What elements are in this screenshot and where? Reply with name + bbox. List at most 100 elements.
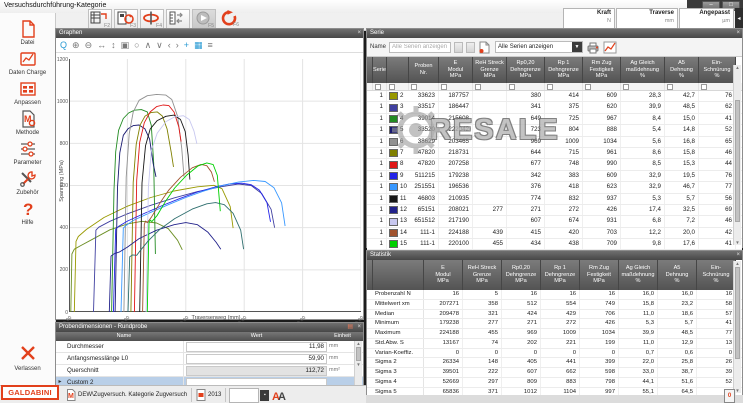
column-header[interactable]: ReH Streck Grenze MPa — [463, 260, 502, 290]
clear-filter-button[interactable] — [466, 41, 476, 53]
sidebar-item-hilfe[interactable]: ? Hilfe — [0, 199, 55, 226]
table-row[interactable]: 1 9 511215 179238 342 383 609 32,9 19,5 76 — [367, 170, 742, 183]
stats-row[interactable]: Sigma 3 39501 222 607 662 598 33,0 38,7 39 — [367, 368, 742, 378]
sidebar-item-datei[interactable]: Datei — [0, 19, 55, 46]
extensometer-button[interactable]: F4 — [140, 9, 164, 30]
table-row[interactable]: 1 14 111-1 224188 439 415 420 703 12,2 20,0 42 — [367, 227, 742, 240]
column-header[interactable] — [373, 260, 424, 290]
filter-box-icon[interactable] — [411, 84, 417, 90]
stats-scrollbar[interactable]: ▲ ▼ — [733, 261, 741, 393]
stats-row[interactable]: Probenzahl N 16 5 16 16 16 16,0 16,0 16 — [367, 290, 742, 300]
dimension-value-input[interactable]: 59,90 — [186, 354, 327, 364]
table-row[interactable]: 1 11 46803 210935 774 832 937 5,3 5,7 56 — [367, 193, 742, 205]
table-row[interactable]: 1 3 33517 186447 341 375 620 39,9 48,5 62 — [367, 102, 742, 114]
column-header[interactable]: Serie — [373, 57, 387, 83]
close-icon[interactable]: × — [736, 29, 740, 38]
stats-row[interactable]: Sigma 2 26334 148 405 441 399 22,0 25,8 26 — [367, 358, 742, 368]
series-filter-dropdown[interactable]: Alle Serien anzeigen ▼ — [495, 41, 584, 53]
column-header[interactable]: Rp0,20 Dehngrenze MPa — [502, 260, 541, 290]
dimension-row[interactable]: Querschnitt 112,72 mm² — [56, 365, 363, 377]
collapse-panel-button[interactable]: ◂ — [735, 8, 743, 30]
stats-row[interactable]: Median 209478 321 424 429 706 11,0 18,6 57 — [367, 309, 742, 320]
start-test-button[interactable]: F5 — [192, 9, 216, 30]
dimension-row[interactable]: Anfangsmesslänge L0 59,90 mm — [56, 353, 363, 365]
table-row[interactable]: 1 4 39014 215608 649 725 967 8,4 15,0 41 — [367, 113, 742, 126]
column-header[interactable]: A5 Dehnung % — [665, 57, 699, 83]
fit-height-icon[interactable]: ↕ — [111, 39, 116, 51]
stats-row[interactable]: Sigma 4 52669 297 809 883 798 44,1 51,6 52 — [367, 377, 742, 388]
column-header[interactable]: Proben Nr. — [409, 57, 439, 83]
column-header[interactable]: Rm Zug Festigkeit MPa — [583, 57, 621, 83]
filter-box-icon[interactable] — [509, 84, 515, 90]
project-tab[interactable]: M DEW\Zugversuch. Kategorie Zugversuch — [62, 388, 193, 402]
curve-list-icon[interactable]: ≡ — [208, 39, 213, 51]
column-header[interactable] — [387, 57, 409, 83]
ruler-button[interactable] — [166, 9, 190, 30]
filter-box-icon[interactable] — [375, 84, 381, 90]
machine-setup-button[interactable]: F2 — [88, 9, 112, 30]
chart-report-icon[interactable] — [603, 41, 617, 54]
select-region-icon[interactable]: ○ — [134, 39, 139, 51]
report-icon[interactable]: ▤ — [347, 323, 353, 332]
sidebar-item-daten-charge[interactable]: Daten Charge — [0, 49, 55, 76]
table-row[interactable]: 1 6 38629 203465 969 1009 1034 5,6 16,8 65 — [367, 136, 742, 148]
refresh-button[interactable]: F6 — [218, 9, 240, 28]
sidebar-item-methode[interactable]: M Methode — [0, 109, 55, 136]
chart-area[interactable]: Spannung (MPa) Traversenweg (mm) 0 200 400… — [56, 53, 365, 329]
fit-width-icon[interactable]: ↔ — [97, 39, 106, 51]
fit-all-icon[interactable]: ▣ — [121, 39, 130, 51]
table-row[interactable]: 1 10 251551 196536 376 418 623 32,9 46,7 77 — [367, 182, 742, 194]
filter-box-icon[interactable] — [389, 84, 395, 90]
table-row[interactable]: 1 8 47820 207258 677 748 990 8,5 15,3 44 — [367, 159, 742, 171]
crosshair-icon[interactable]: + — [184, 39, 189, 51]
series-name-input[interactable] — [389, 41, 452, 53]
pan-right-icon[interactable]: › — [176, 39, 179, 51]
column-header[interactable]: Ag Gleich maßdehnung % — [621, 57, 665, 83]
zoom-out-icon[interactable]: ⊖ — [85, 39, 93, 51]
column-header[interactable]: Ein- Schnürung % — [697, 260, 736, 290]
dims-scrollbar[interactable]: ▲ ▼ — [354, 341, 362, 385]
table-row[interactable]: 1 13 651512 217190 607 674 931 6,8 7,2 46 — [367, 216, 742, 228]
stats-row[interactable]: Minimum 179238 277 271 272 426 5,3 5,7 41 — [367, 319, 742, 329]
close-icon[interactable]: × — [357, 29, 361, 38]
table-row[interactable]: 1 12 65151 208021 277 271 272 426 17,4 32,5 69 — [367, 204, 742, 217]
pan-up-icon[interactable]: ∧ — [145, 39, 152, 51]
column-header[interactable]: A5 Dehnung % — [658, 260, 697, 290]
chevron-down-icon[interactable]: ▼ — [572, 42, 583, 52]
sidebar-item-zubehoer[interactable]: Zubehör — [0, 169, 55, 196]
series-filter-row[interactable] — [367, 83, 742, 91]
dimension-row[interactable]: Durchmesser 11,98 mm — [56, 341, 363, 353]
new-series-icon[interactable] — [478, 41, 492, 54]
table-row[interactable]: 1 15 111-1 220100 455 434 438 709 9,8 17,6 41 — [367, 239, 742, 251]
sidebar-item-anpassen[interactable]: Anpassen — [0, 79, 55, 106]
column-header[interactable]: Rp 1 Dehngrenze MPa — [545, 57, 583, 83]
column-header[interactable]: E Modul MPa — [439, 57, 473, 83]
filter-box-icon[interactable] — [623, 84, 629, 90]
filter-box-icon[interactable] — [441, 84, 447, 90]
print-icon[interactable] — [586, 41, 600, 54]
pan-down-icon[interactable]: ∨ — [156, 39, 163, 51]
filter-box-icon[interactable] — [667, 84, 673, 90]
table-row[interactable]: 1 2 33623 187757 380 414 609 28,3 42,7 76 — [367, 91, 742, 103]
close-icon[interactable]: × — [736, 251, 740, 260]
column-header[interactable]: Rp0,20 Dehngrenze MPa — [507, 57, 545, 83]
sidebar-item-verlassen[interactable]: Verlassen — [0, 343, 55, 372]
stats-row[interactable]: Varian-Koeffiz. 0 0 0 0 0 0,7 0,6 0 — [367, 348, 742, 359]
zoom-icon[interactable]: Q — [60, 39, 67, 51]
report-tab[interactable]: 2013 — [192, 388, 227, 402]
column-header[interactable]: Ein- Schnürung % — [699, 57, 736, 83]
series-scrollbar[interactable]: ▲ ▼ — [733, 65, 741, 245]
dimension-value-input[interactable]: 112,72 — [186, 366, 327, 376]
filter-box-icon[interactable] — [701, 84, 707, 90]
column-header[interactable]: ReH Streck Grenze MPa — [473, 57, 507, 83]
filter-box-icon[interactable] — [547, 84, 553, 90]
close-icon[interactable]: × — [357, 323, 361, 332]
sidebar-item-parameter[interactable]: Parameter — [0, 139, 55, 166]
stats-row[interactable]: Maximum 224188 455 969 1009 1034 39,9 48,5 77 — [367, 329, 742, 339]
table-row[interactable]: 1 5 33520 222042 723 804 888 5,4 14,8 52 — [367, 125, 742, 137]
grid-icon[interactable]: ▦ — [194, 39, 203, 51]
filter-box-icon[interactable] — [585, 84, 591, 90]
dimension-value-input[interactable]: 11,98 — [186, 342, 327, 352]
stats-row[interactable]: Std.Abw. S 13167 74 202 221 199 11,0 12,9 13 — [367, 338, 742, 349]
column-header[interactable]: Rp 1 Dehngrenze MPa — [541, 260, 580, 290]
